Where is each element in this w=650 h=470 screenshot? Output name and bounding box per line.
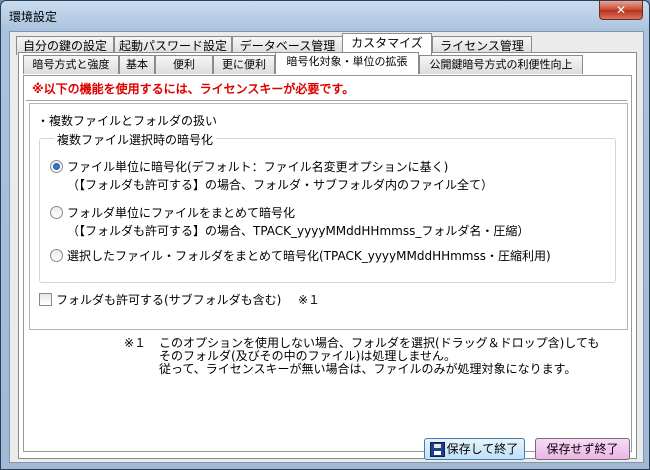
tab-label: カスタマイズ [351,36,423,50]
footnote-line3: 従って、ライセンスキーが無い場合は、ファイルのみが処理対象になります。 [159,362,577,376]
close-icon: ✕ [615,3,627,17]
subtab-convenient[interactable]: 便利 [155,55,213,74]
subtab-label: 暗号化対象・単位の拡張 [286,55,408,68]
sub-tab-strip: 暗号方式と強度 基本 便利 更に便利 暗号化対象・単位の拡張 公開鍵暗号方式の利… [23,52,623,75]
tab-label: データベース管理 [239,39,336,53]
floppy-disk-icon [430,442,445,457]
subtab-label: 基本 [126,58,148,71]
license-warning: ※以下の機能を使用するには、ライセンスキーが必要です。 [32,82,355,96]
option-per-file-detail: （【フォルダも許可する】の場合、フォルダ・サブフォルダ内のファイル全て） [67,178,494,192]
tab-label: ライセンス管理 [440,39,524,53]
close-button[interactable]: ✕ [599,1,643,20]
exit-without-save-button[interactable]: 保存せず終了 [535,438,630,460]
footnote-mark: ※１ [124,336,147,350]
subtab-label: 便利 [173,58,195,71]
subtab-encryption-targets[interactable]: 暗号化対象・単位の拡張 [275,52,419,74]
subtab-label: 更に便利 [222,58,266,71]
multi-file-section: ・複数ファイルとフォルダの扱い 複数ファイル選択時の暗号化 ファイル単位に暗号化… [29,103,628,330]
allow-folders-footnote-mark: ※１ [298,293,321,307]
title-bar[interactable]: 環境設定 ✕ [1,1,649,31]
group-legend: 複数ファイル選択時の暗号化 [54,131,217,148]
tab-label: 自分の鍵の設定 [22,39,107,53]
encryption-targets-panel: ※以下の機能を使用するには、ライセンスキーが必要です。 ・複数ファイルとフォルダ… [23,75,632,452]
subtab-cipher-strength[interactable]: 暗号方式と強度 [23,55,119,74]
allow-folders-label[interactable]: フォルダも許可する(サブフォルダも含む) [56,291,281,308]
option-bundle-all-label[interactable]: 選択したファイル・フォルダをまとめて暗号化(TPACK_yyyyMMddHHmm… [67,247,551,264]
section-title: ・複数ファイルとフォルダの扱い [37,114,218,128]
allow-folders-checkbox[interactable] [39,293,52,306]
no-save-label: 保存せず終了 [546,442,619,456]
radio-per-folder[interactable] [50,206,63,219]
customize-page: 暗号方式と強度 基本 便利 更に便利 暗号化対象・単位の拡張 公開鍵暗号方式の利… [18,52,637,459]
subtab-public-key[interactable]: 公開鍵暗号方式の利便性向上 [419,55,583,74]
subtab-label: 暗号方式と強度 [32,58,110,71]
option-per-file-label[interactable]: ファイル単位に暗号化(デフォルト：ファイル名変更オプションに基く) [67,158,448,175]
encryption-mode-group: 複数ファイル選択時の暗号化 ファイル単位に暗号化(デフォルト：ファイル名変更オプ… [39,131,616,283]
client-area: 自分の鍵の設定 起動パスワード設定 データベース管理 カスタマイズ ライセンス管… [9,31,644,463]
save-and-exit-button[interactable]: 保存して終了 [424,438,525,460]
settings-window: 環境設定 ✕ 自分の鍵の設定 起動パスワード設定 データベース管理 カスタマイズ… [0,0,650,470]
subtab-label: 公開鍵暗号方式の利便性向上 [429,58,573,71]
radio-per-file[interactable] [50,160,63,173]
divider [26,100,627,102]
subtab-basic[interactable]: 基本 [119,55,155,74]
radio-bundle-all[interactable] [50,249,63,262]
tab-label: 起動パスワード設定 [118,39,227,53]
option-per-folder-detail: （【フォルダも許可する】の場合、TPACK_yyyyMMddHHmmss_フォル… [67,224,530,238]
window-title: 環境設定 [9,10,58,24]
subtab-more-convenient[interactable]: 更に便利 [213,55,275,74]
option-per-folder-label[interactable]: フォルダ単位にファイルをまとめて暗号化 [67,204,295,221]
